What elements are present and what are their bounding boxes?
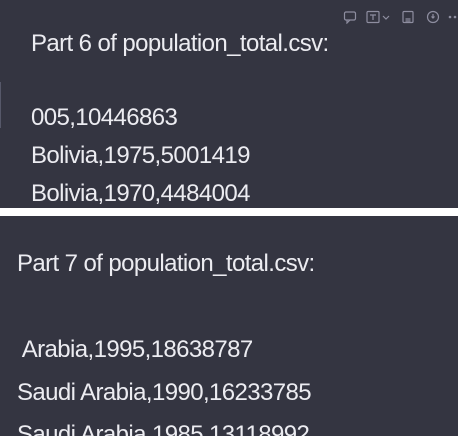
message-panel-part-7: Part 7 of population_total.csv: Arabia,1… — [0, 216, 458, 436]
message-panel-part-6: Part 6 of population_total.csv: 005,1044… — [0, 0, 458, 208]
part-heading: Part 7 of population_total.csv: — [17, 250, 315, 277]
info-icon[interactable] — [423, 7, 443, 27]
part-heading: Part 6 of population_total.csv: — [31, 30, 329, 57]
csv-row: Saudi Arabia,1990,16233785 — [17, 379, 312, 406]
save-icon[interactable] — [398, 7, 418, 27]
csv-row: Saudi Arabia,1985,13118992 — [17, 421, 310, 436]
message-toolbar — [340, 7, 458, 27]
code-block-edge — [0, 82, 1, 128]
csv-row: Bolivia,1975,5001419 — [31, 142, 250, 169]
csv-row: 005,10446863 — [31, 104, 178, 131]
csv-row: Bolivia,1970,4484004 — [31, 180, 250, 207]
copy-icon[interactable] — [340, 7, 360, 27]
more-icon[interactable] — [448, 7, 458, 27]
csv-row: Arabia,1995,18638787 — [17, 336, 254, 363]
dropdown-icon[interactable] — [365, 7, 393, 27]
